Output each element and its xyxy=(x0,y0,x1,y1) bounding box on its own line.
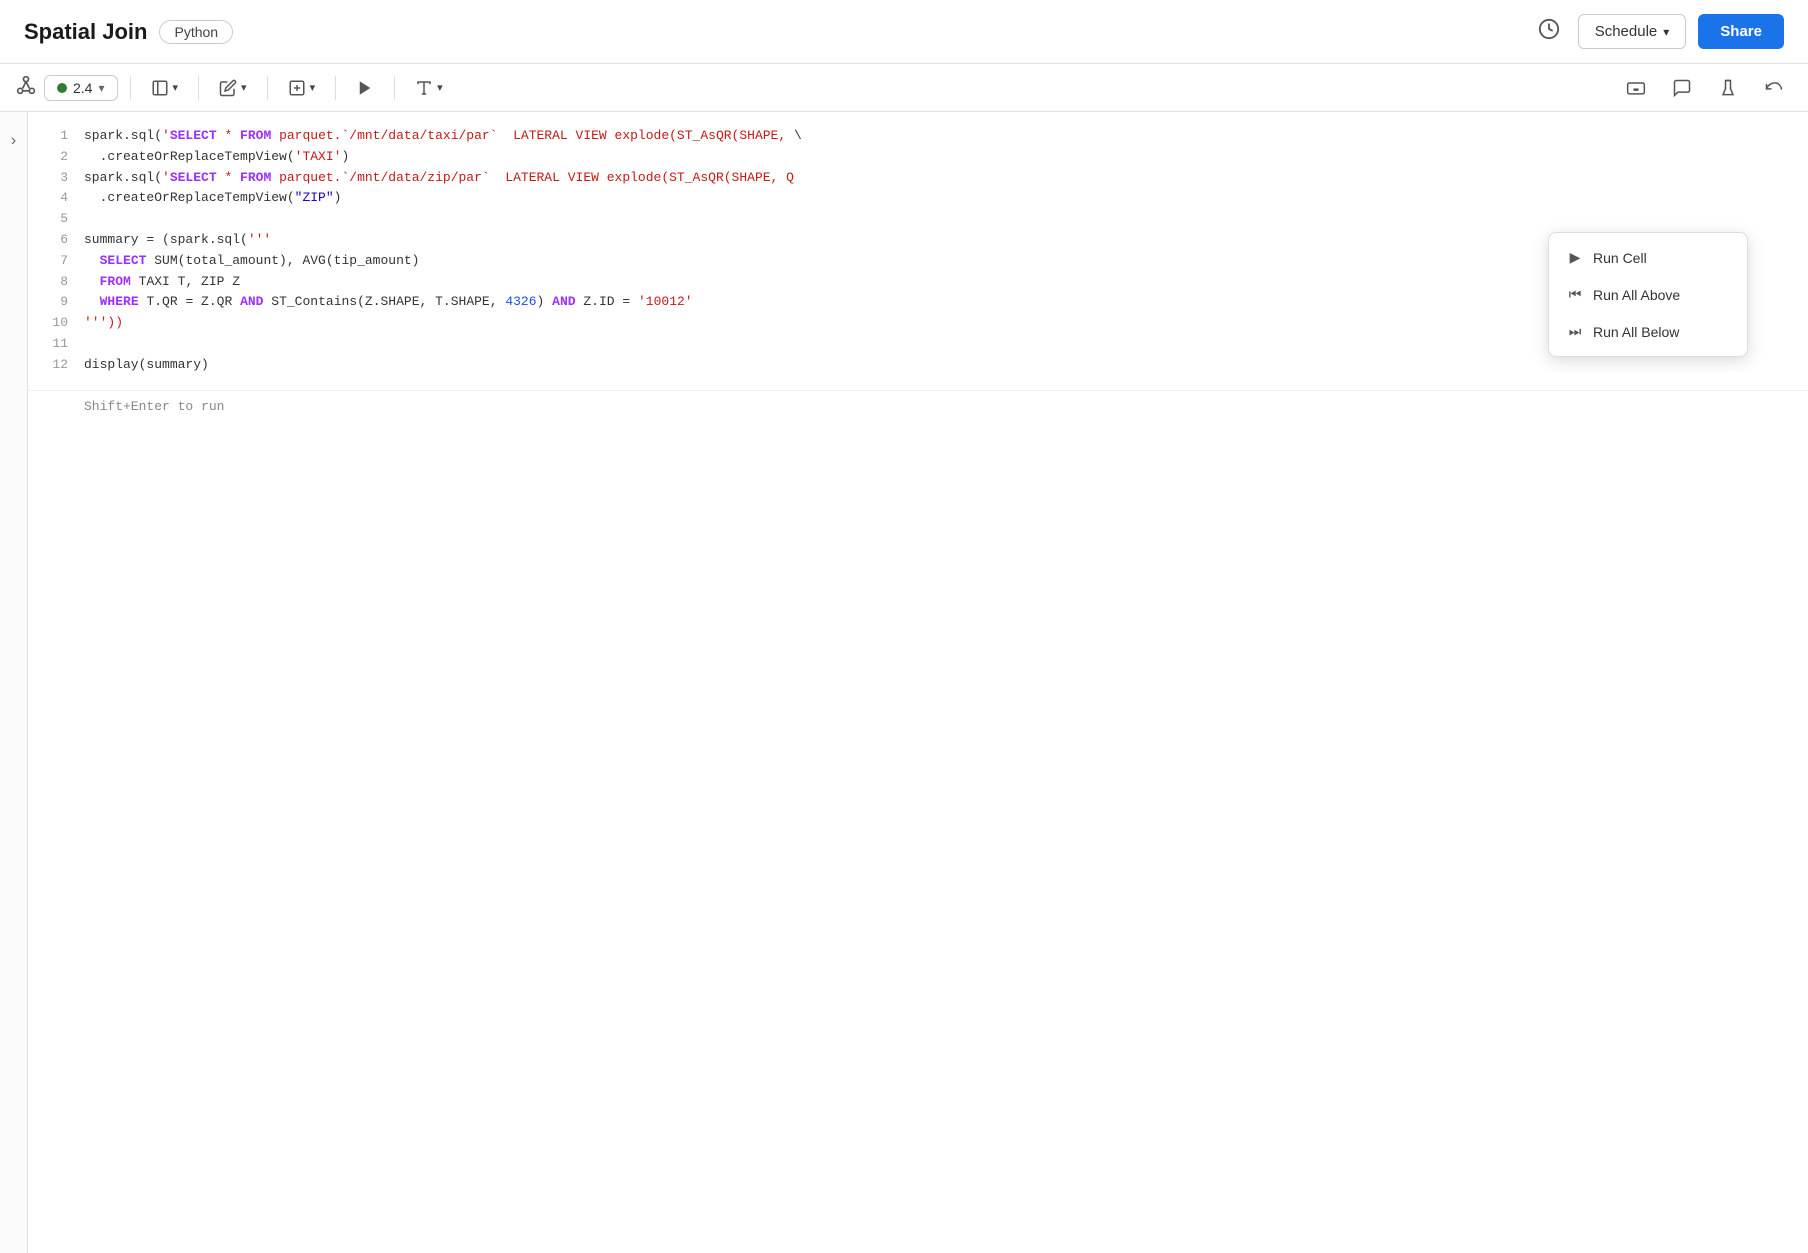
share-button[interactable]: Share xyxy=(1698,14,1784,49)
history-button[interactable] xyxy=(1532,12,1566,52)
toolbar-separator-5 xyxy=(394,76,395,100)
keyboard-shortcut-button[interactable] xyxy=(1618,74,1654,102)
notebook-area: 123456789101112 spark.sql('SELECT * FROM… xyxy=(28,112,1808,1253)
cluster-status-dot xyxy=(57,83,67,93)
sidebar-toggle-icon: › xyxy=(11,132,16,150)
run-all-below-label: Run All Below xyxy=(1593,324,1679,340)
run-all-above-label: Run All Above xyxy=(1593,287,1680,303)
run-all-above-icon: ⏮ xyxy=(1567,286,1583,303)
run-all-below-menu-item[interactable]: ⏭ Run All Below xyxy=(1549,313,1747,350)
schedule-button[interactable]: Schedule ▾ xyxy=(1578,14,1687,49)
context-menu: ▶ Run Cell ⏮ Run All Above ⏭ Run All Bel… xyxy=(1548,232,1748,357)
header-left: Spatial Join Python xyxy=(24,19,233,45)
edit-dropdown-icon: ▾ xyxy=(241,81,247,94)
schedule-label: Schedule xyxy=(1595,23,1658,40)
comment-button[interactable] xyxy=(1664,74,1700,102)
cluster-version: 2.4 xyxy=(73,80,92,96)
toolbar-separator-4 xyxy=(335,76,336,100)
sidebar-toggle[interactable]: › xyxy=(0,112,28,1253)
cluster-icon xyxy=(16,75,36,100)
run-all-above-menu-item[interactable]: ⏮ Run All Above xyxy=(1549,276,1747,313)
run-all-below-icon: ⏭ xyxy=(1567,323,1583,340)
run-cell-label: Run Cell xyxy=(1593,250,1647,266)
run-cell-icon: ▶ xyxy=(1567,249,1583,266)
run-button[interactable] xyxy=(348,75,382,101)
notebook-menu-dropdown-icon: ▾ xyxy=(173,81,179,94)
run-dropdown-area xyxy=(348,75,382,101)
notebook-menu-button[interactable]: ▾ xyxy=(143,75,187,101)
schedule-chevron-icon: ▾ xyxy=(1663,25,1669,39)
format-button[interactable]: ▾ xyxy=(407,75,451,101)
cluster-dropdown-arrow-icon: ▾ xyxy=(98,81,104,95)
undo-button[interactable] xyxy=(1756,74,1792,102)
hint-text: Shift+Enter to run xyxy=(28,391,1808,422)
language-badge[interactable]: Python xyxy=(159,20,233,44)
header: Spatial Join Python Schedule ▾ Share xyxy=(0,0,1808,64)
toolbar-separator-2 xyxy=(198,76,199,100)
experiment-button[interactable] xyxy=(1710,74,1746,102)
edit-button[interactable]: ▾ xyxy=(211,75,255,101)
header-right: Schedule ▾ Share xyxy=(1532,12,1784,52)
toolbar: 2.4 ▾ ▾ ▾ ▾ xyxy=(0,64,1808,112)
main-container: › 123456789101112 spark.sql('SELECT * FR… xyxy=(0,112,1808,1253)
cluster-selector[interactable]: 2.4 ▾ xyxy=(44,75,118,101)
line-numbers: 123456789101112 xyxy=(28,112,76,390)
code-cell-container: 123456789101112 spark.sql('SELECT * FROM… xyxy=(28,112,1808,391)
toolbar-right xyxy=(1618,74,1792,102)
code-cell[interactable]: 123456789101112 spark.sql('SELECT * FROM… xyxy=(28,112,1808,390)
insert-button[interactable]: ▾ xyxy=(280,75,324,101)
notebook-title: Spatial Join xyxy=(24,19,147,45)
toolbar-separator-3 xyxy=(267,76,268,100)
insert-dropdown-icon: ▾ xyxy=(310,81,316,94)
toolbar-separator-1 xyxy=(130,76,131,100)
format-dropdown-icon: ▾ xyxy=(437,81,443,94)
run-cell-menu-item[interactable]: ▶ Run Cell xyxy=(1549,239,1747,276)
